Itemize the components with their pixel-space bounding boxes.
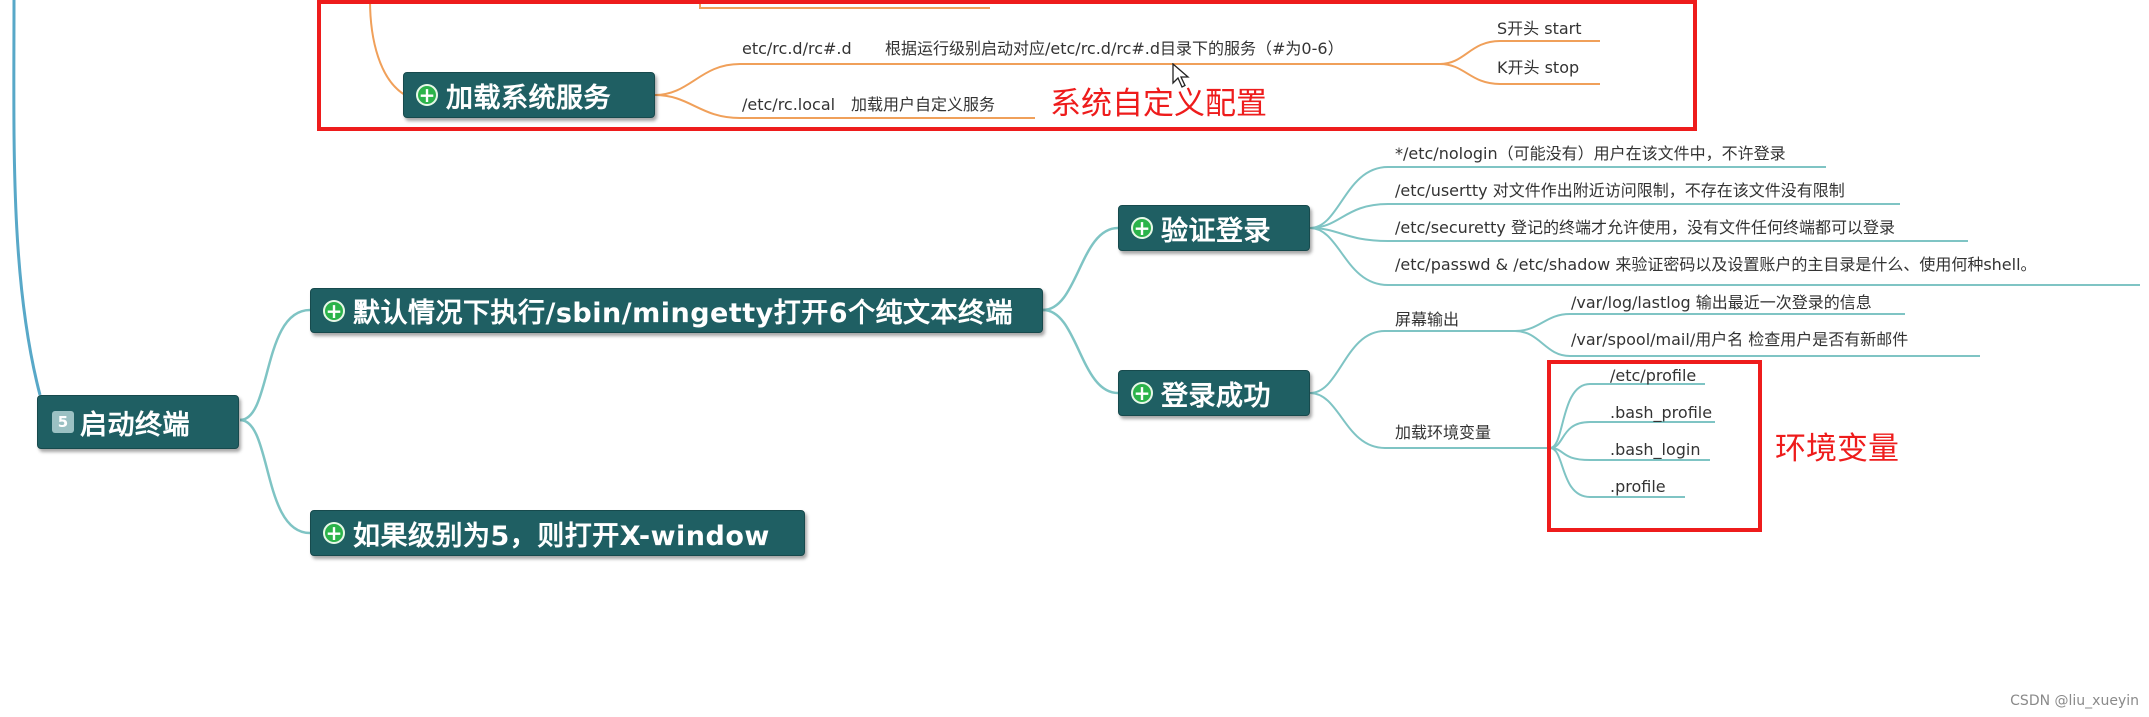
node-verify-login[interactable]: + 验证登录 bbox=[1118, 205, 1310, 251]
leaf-securetty: /etc/securetty 登记的终端才允许使用，没有文件任何终端都可以登录 bbox=[1395, 218, 1895, 237]
leaf-rclocal-desc: 加载用户自定义服务 bbox=[851, 95, 996, 114]
node-load-system-services[interactable]: + 加载系统服务 bbox=[403, 72, 655, 118]
leaf-nologin: */etc/nologin（可能没有）用户在该文件中，不许登录 bbox=[1395, 144, 1786, 163]
node-login-success[interactable]: + 登录成功 bbox=[1118, 370, 1310, 416]
mind-map-canvas: + 加载系统服务 5 启动终端 + 默认情况下执行/sbin/mingetty打… bbox=[0, 0, 2149, 717]
connector-yanzheng bbox=[1042, 226, 1119, 312]
node-label: 验证登录 bbox=[1161, 215, 1271, 247]
expand-plus-icon[interactable]: + bbox=[323, 299, 345, 322]
expand-plus-icon[interactable]: + bbox=[323, 522, 345, 544]
leaf-s-start: S开头 start bbox=[1497, 19, 1582, 38]
level-number-badge: 5 bbox=[52, 411, 74, 433]
trunk-line bbox=[12, 0, 42, 396]
leaf-rcd-path: etc/rc.d/rc#.d bbox=[742, 39, 852, 58]
node-label: 默认情况下执行/sbin/mingetty打开6个纯文本终端 bbox=[353, 298, 1014, 329]
expand-plus-icon[interactable]: + bbox=[1131, 382, 1153, 404]
node-label: 加载系统服务 bbox=[446, 82, 611, 114]
connector-screen-output bbox=[1309, 330, 1515, 394]
leaf-rcd-desc: 根据运行级别启动对应/etc/rc.d/rc#.d目录下的服务（#为0-6） bbox=[885, 39, 1344, 58]
leaf-bash-login: .bash_login bbox=[1610, 440, 1701, 459]
leaf-load-env: 加载环境变量 bbox=[1395, 423, 1492, 442]
expand-plus-icon[interactable]: + bbox=[416, 84, 438, 106]
expand-plus-icon[interactable]: + bbox=[1131, 217, 1153, 239]
leaf-bash-profile: .bash_profile bbox=[1610, 403, 1713, 422]
watermark: CSDN @liu_xueyin bbox=[2010, 693, 2139, 709]
annotation-env-vars: 环境变量 bbox=[1775, 431, 1899, 467]
connector-mingetty bbox=[239, 308, 311, 422]
node-start-terminal[interactable]: 5 启动终端 bbox=[37, 395, 239, 449]
annotation-custom-config: 系统自定义配置 bbox=[1050, 86, 1267, 122]
node-label: 登录成功 bbox=[1161, 380, 1271, 412]
leaf-k-stop: K开头 stop bbox=[1497, 58, 1580, 77]
node-mingetty[interactable]: + 默认情况下执行/sbin/mingetty打开6个纯文本终端 bbox=[310, 288, 1043, 333]
connector-lastlog bbox=[1514, 313, 1905, 332]
leaf-profile: .profile bbox=[1610, 477, 1666, 496]
node-label: 如果级别为5，则打开X-window bbox=[353, 520, 770, 552]
leaf-rclocal-path: /etc/rc.local bbox=[742, 95, 836, 114]
leaf-screen-output: 屏幕输出 bbox=[1395, 310, 1460, 329]
leaf-usertty: /etc/usertty 对文件作出附近访问限制，不存在该文件没有限制 bbox=[1395, 181, 1845, 200]
connector-chenggong bbox=[1042, 308, 1119, 395]
connector-xwindow bbox=[239, 418, 311, 535]
leaf-spool-mail: /var/spool/mail/用户名 检查用户是否有新邮件 bbox=[1571, 330, 1909, 349]
mouse-pointer-icon bbox=[1172, 63, 1190, 88]
node-label: 启动终端 bbox=[80, 409, 190, 441]
leaf-lastlog: /var/log/lastlog 输出最近一次登录的信息 bbox=[1571, 293, 1872, 312]
node-xwindow[interactable]: + 如果级别为5，则打开X-window bbox=[310, 510, 805, 556]
leaf-etc-profile: /etc/profile bbox=[1610, 366, 1697, 385]
leaf-passwd-shadow: /etc/passwd & /etc/shadow 来验证密码以及设置账户的主目… bbox=[1395, 255, 2037, 274]
